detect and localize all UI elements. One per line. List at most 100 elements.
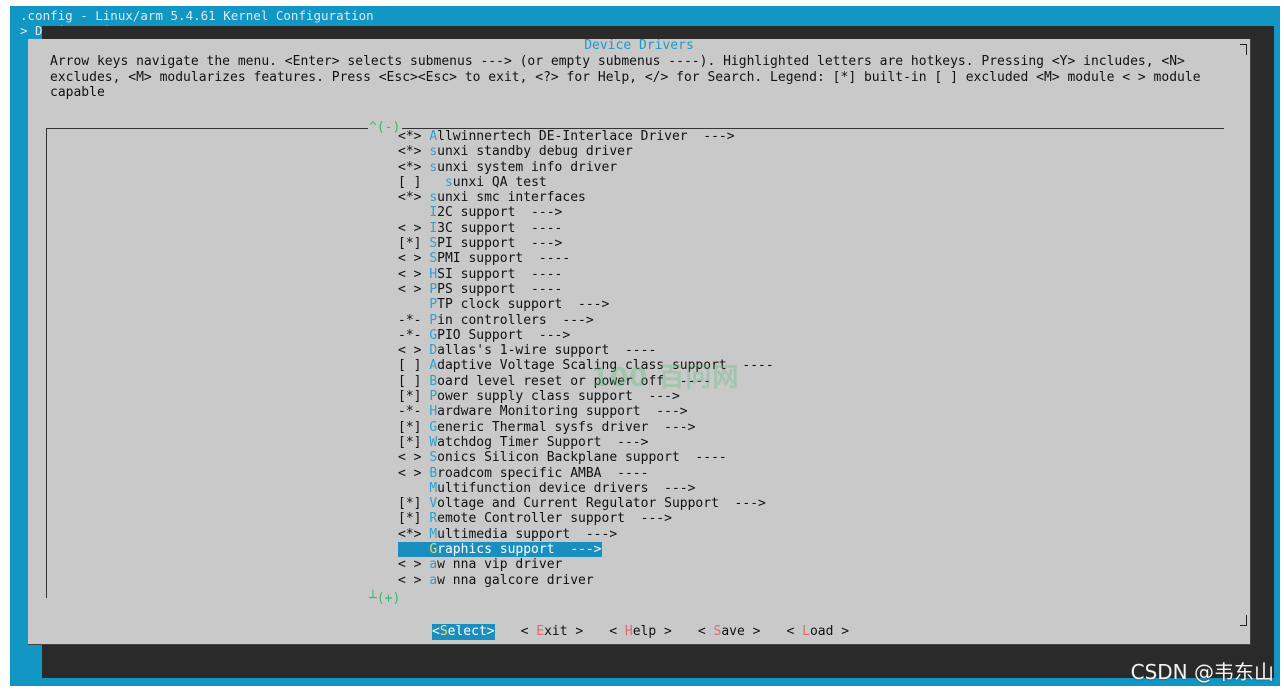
menu-item-hotkey: M [429, 480, 438, 496]
button-bracket: > [486, 624, 495, 639]
menu-item-prefix: [*] [398, 496, 430, 512]
button-bracket: < [432, 624, 440, 639]
menu-item[interactable]: < > Sonics Silicon Backplane support ---… [398, 450, 774, 465]
menu-item-prefix: [ ] [398, 174, 445, 190]
menu-item[interactable]: [*] SPI support ---> [398, 236, 774, 251]
menu-item-hotkey: P [429, 281, 438, 297]
menu-item[interactable]: <*> Multimedia support ---> [398, 527, 774, 542]
menu-item-hotkey: B [429, 465, 438, 481]
menu-item-label: w nna galcore driver [437, 572, 594, 588]
scroll-down-indicator[interactable]: ┴(+) [369, 591, 400, 606]
window-title: .config - Linux/arm 5.4.61 Kernel Config… [20, 8, 374, 23]
menu-item[interactable]: [*] Remote Controller support ---> [398, 511, 774, 526]
menu-item-label: ultifunction device drivers ---> [437, 480, 696, 496]
menu-item[interactable]: < > SPMI support ---- [398, 251, 774, 266]
menu-item-label: unxi smc interfaces [437, 190, 586, 206]
menu-item-hotkey: D [429, 343, 438, 359]
button-bracket: > [656, 624, 672, 639]
menu-item-prefix: [ ] [398, 373, 430, 389]
menu-item[interactable]: PTP clock support ---> [398, 297, 774, 312]
menu-item[interactable]: [ ] sunxi QA test [398, 175, 774, 190]
menu-item[interactable]: < > aw nna galcore driver [398, 573, 774, 588]
menu-item-hotkey: G [429, 542, 438, 558]
menu-item-hotkey: A [429, 129, 438, 144]
menu-item-prefix: < > [398, 465, 430, 481]
menu-item-prefix: -*- [398, 404, 430, 420]
menu-item-prefix: < > [398, 220, 430, 236]
menu-item-label: eneric Thermal sysfs driver ---> [437, 419, 696, 435]
menu-item-label: roadcom specific AMBA ---- [437, 465, 649, 481]
button-hotkey: L [802, 624, 810, 639]
menu-item-label: allas's 1-wire support ---- [437, 343, 657, 359]
menuconfig-dialog: Device Drivers Arrow keys navigate the m… [28, 39, 1251, 645]
menu-item[interactable]: -*- Pin controllers ---> [398, 313, 774, 328]
menu-item[interactable]: Multifunction device drivers ---> [398, 481, 774, 496]
button-load[interactable]: < Load > [787, 624, 850, 640]
menu-item[interactable]: < > PPS support ---- [398, 282, 774, 297]
menu-item-prefix: < > [398, 450, 430, 466]
button-select[interactable]: <Select> [432, 624, 495, 640]
menu-item[interactable]: I2C support ---> [398, 205, 774, 220]
button-hotkey: S [439, 624, 448, 639]
button-hotkey: H [624, 624, 633, 639]
menu-item[interactable]: [*] Watchdog Timer Support ---> [398, 435, 774, 450]
menu-item-hotkey: I [429, 220, 438, 236]
menu-item-hotkey: V [429, 496, 438, 512]
menu-item-hotkey: H [429, 404, 438, 420]
button-label: elect [447, 624, 487, 639]
menu-item-label: 3C support ---- [437, 220, 563, 236]
menu-item-prefix: [*] [398, 236, 430, 252]
menu-item-prefix: <*> [398, 159, 430, 175]
menu-item-label: atchdog Timer Support ---> [437, 434, 649, 450]
menu-item-label: unxi system info driver [437, 159, 618, 175]
menu-item[interactable]: <*> sunxi system info driver [398, 160, 774, 175]
menu-item[interactable]: <*> sunxi standby debug driver [398, 144, 774, 159]
menu-item-prefix: [*] [398, 511, 430, 527]
menu-item-label: ardware Monitoring support ---> [437, 404, 688, 420]
watermark-logo: 100 百问网 [591, 363, 740, 393]
menu-item-label: SI support ---- [437, 266, 563, 282]
button-bracket: > [833, 624, 850, 639]
menu-item-hotkey: a [429, 572, 438, 588]
menu-item[interactable]: -*- GPIO Support ---> [398, 328, 774, 343]
menu-item-label: PMI support ---- [437, 251, 571, 267]
menu-item[interactable]: < > I3C support ---- [398, 221, 774, 236]
menu-item[interactable]: [*] Voltage and Current Regulator Suppor… [398, 496, 774, 511]
menu-item-prefix [398, 481, 429, 496]
menu-item[interactable]: Graphics support ---> [398, 542, 774, 558]
menu-item-hotkey: M [429, 526, 438, 542]
menu-item-hotkey: S [429, 251, 438, 267]
button-bracket: < [520, 624, 537, 639]
button-save[interactable]: < Save > [698, 624, 761, 640]
button-label: oad [809, 624, 834, 639]
menu-item-label: w nna vip driver [437, 557, 563, 573]
menu-item[interactable]: <*> sunxi smc interfaces [398, 190, 774, 205]
menu-item-hotkey: S [429, 450, 438, 466]
menu-item-label: llwinnertech DE-Interlace Driver ---> [437, 129, 735, 144]
menu-item-hotkey: s [444, 174, 453, 190]
dialog-corner-bottom-right [1240, 615, 1247, 626]
menu-item[interactable]: < > HSI support ---- [398, 267, 774, 282]
menu-item-hotkey: G [429, 419, 438, 435]
menu-item-prefix: -*- [398, 327, 430, 343]
terminal-screen: .config - Linux/arm 5.4.61 Kernel Config… [10, 6, 1280, 686]
menu-item[interactable]: [*] Generic Thermal sysfs driver ---> [398, 420, 774, 435]
menu-item-hotkey: P [429, 389, 438, 405]
menu-item-label: unxi QA test [452, 174, 547, 190]
menu-item-label: onics Silicon Backplane support ---- [437, 450, 727, 466]
menu-item-prefix: < > [398, 251, 430, 267]
button-exit[interactable]: < Exit > [521, 624, 584, 640]
menu-item-hotkey: B [429, 373, 438, 389]
menu-item-hotkey: P [429, 297, 438, 313]
button-help[interactable]: < Help > [609, 624, 672, 640]
button-bracket: > [567, 624, 584, 639]
menu-item[interactable]: <*> Allwinnertech DE-Interlace Driver --… [398, 129, 774, 144]
menu-item-label: PI support ---> [437, 236, 563, 252]
menu-item-label: ultimedia support ---> [437, 526, 618, 542]
menu-item[interactable]: < > Broadcom specific AMBA ---- [398, 466, 774, 481]
menu-item[interactable]: < > aw nna vip driver [398, 557, 774, 572]
menu-item[interactable]: -*- Hardware Monitoring support ---> [398, 404, 774, 419]
dialog-title: Device Drivers [584, 38, 694, 53]
menu-item-prefix: [ ] [398, 358, 430, 374]
scroll-up-indicator[interactable]: ^(-) [369, 120, 400, 135]
